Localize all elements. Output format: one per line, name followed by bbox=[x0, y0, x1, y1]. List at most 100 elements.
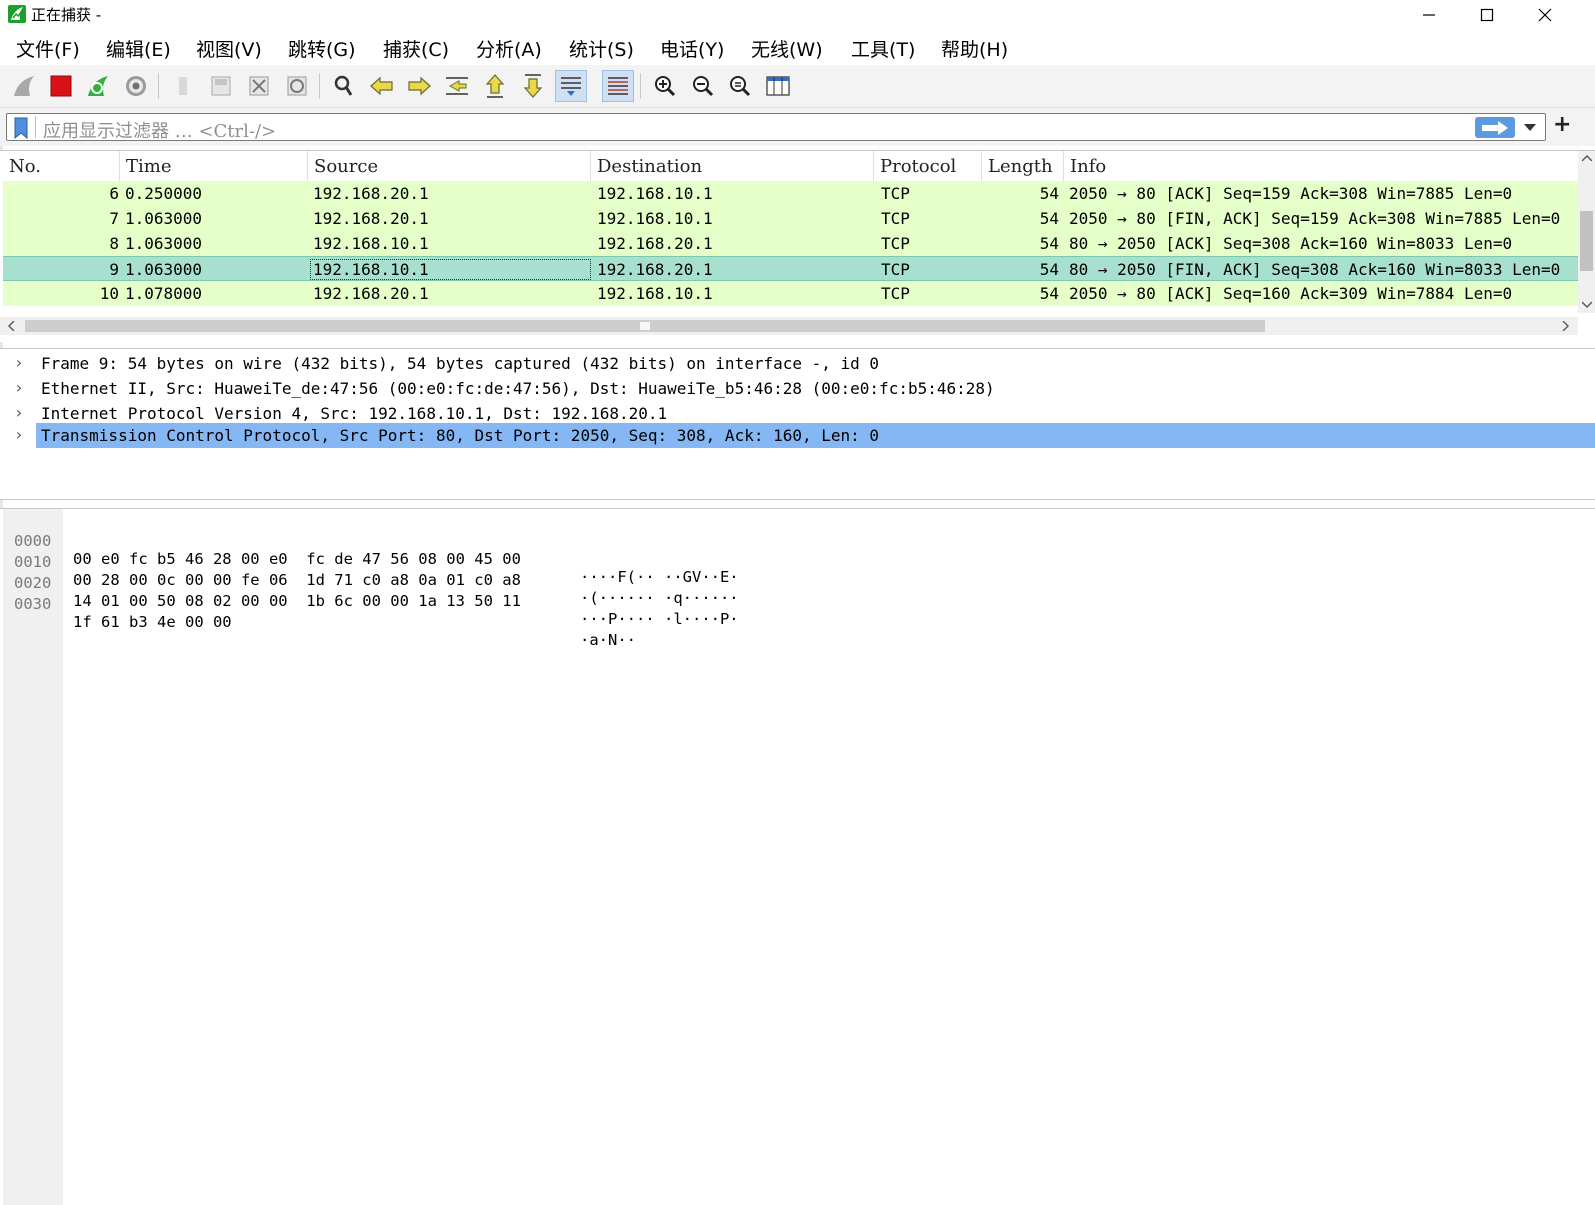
packet-row[interactable]: 7 1.063000 192.168.20.1 192.168.10.1 TCP… bbox=[3, 206, 1579, 231]
packet-row-selected[interactable]: 9 1.063000 192.168.10.1 192.168.20.1 TCP… bbox=[3, 256, 1579, 281]
save-file-button[interactable] bbox=[205, 70, 237, 102]
packet-source: 192.168.20.1 bbox=[313, 184, 429, 203]
column-no[interactable]: No. bbox=[3, 151, 120, 181]
filter-history-dropdown[interactable] bbox=[1521, 118, 1539, 138]
expand-arrow-icon[interactable]: › bbox=[14, 353, 24, 372]
go-back-button[interactable] bbox=[366, 70, 398, 102]
zoom-normal-button[interactable] bbox=[724, 70, 756, 102]
expand-arrow-icon[interactable]: › bbox=[14, 403, 24, 422]
start-capture-button[interactable] bbox=[8, 70, 40, 102]
byte-hex[interactable]: 1f 61 b3 4e 00 00 bbox=[73, 613, 232, 631]
go-first-packet-button[interactable] bbox=[479, 70, 511, 102]
restart-capture-button[interactable] bbox=[82, 70, 114, 102]
packet-protocol: TCP bbox=[881, 184, 910, 203]
go-last-packet-button[interactable] bbox=[517, 70, 549, 102]
menu-telephony[interactable]: 电话(Y) bbox=[660, 35, 724, 62]
menu-file[interactable]: 文件(F) bbox=[16, 35, 80, 62]
detail-row-tcp-selected[interactable]: › Transmission Control Protocol, Src Por… bbox=[0, 423, 1595, 448]
packet-info: 80 → 2050 [ACK] Seq=308 Ack=160 Win=8033… bbox=[1069, 234, 1513, 253]
detail-text: Ethernet II, Src: HuaweiTe_de:47:56 (00:… bbox=[41, 379, 995, 398]
go-forward-button[interactable] bbox=[403, 70, 435, 102]
scroll-up-icon[interactable] bbox=[1582, 155, 1592, 162]
colorize-button[interactable] bbox=[602, 70, 634, 102]
packet-time: 0.250000 bbox=[125, 184, 203, 203]
packet-protocol: TCP bbox=[881, 260, 910, 279]
byte-hex[interactable]: 14 01 00 50 08 02 00 00 1b 6c 00 00 1a 1… bbox=[73, 592, 521, 610]
menu-bar: 文件(F) 编辑(E) 视图(V) 跳转(G) 捕获(C) 分析(A) 统计(S… bbox=[0, 29, 1595, 65]
column-time[interactable]: Time bbox=[120, 151, 308, 181]
window-title: 正在捕获 - bbox=[31, 6, 102, 24]
byte-ascii[interactable]: ····F(·· ··GV··E· bbox=[580, 568, 739, 586]
packet-row[interactable]: 10 1.078000 192.168.20.1 192.168.10.1 TC… bbox=[3, 281, 1579, 306]
detail-row-frame[interactable]: › Frame 9: 54 bytes on wire (432 bits), … bbox=[0, 351, 1595, 376]
byte-ascii[interactable]: ·a·N·· bbox=[580, 631, 636, 649]
open-file-button[interactable] bbox=[167, 70, 199, 102]
packet-length: 54 bbox=[1039, 184, 1059, 203]
packet-row[interactable]: 6 0.250000 192.168.20.1 192.168.10.1 TCP… bbox=[3, 181, 1579, 206]
column-source[interactable]: Source bbox=[308, 151, 591, 181]
column-info[interactable]: Info bbox=[1064, 151, 1578, 181]
packet-list-horizontal-scrollbar[interactable] bbox=[0, 317, 1578, 335]
scroll-right-icon[interactable] bbox=[1562, 321, 1569, 331]
packet-details-pane: › Frame 9: 54 bytes on wire (432 bits), … bbox=[0, 348, 1595, 500]
menu-capture[interactable]: 捕获(C) bbox=[383, 35, 449, 62]
maximize-button[interactable] bbox=[1458, 0, 1516, 29]
find-packet-icon bbox=[334, 75, 353, 96]
menu-tools[interactable]: 工具(T) bbox=[851, 35, 915, 62]
byte-hex[interactable]: 00 e0 fc b5 46 28 00 e0 fc de 47 56 08 0… bbox=[73, 550, 521, 568]
scroll-left-icon[interactable] bbox=[8, 321, 15, 331]
auto-scroll-icon bbox=[561, 77, 581, 96]
minimize-button[interactable] bbox=[1400, 0, 1458, 29]
menu-analyze[interactable]: 分析(A) bbox=[476, 35, 542, 62]
go-last-packet-icon bbox=[523, 74, 543, 98]
packet-no: 10 bbox=[99, 284, 119, 303]
resize-columns-button[interactable] bbox=[762, 70, 794, 102]
menu-go[interactable]: 跳转(G) bbox=[288, 35, 356, 62]
menu-help[interactable]: 帮助(H) bbox=[941, 35, 1008, 62]
bytes-row[interactable]: 0030 1f 61 b3 4e 00 00 ·a·N·· bbox=[0, 577, 636, 649]
detail-row-ethernet[interactable]: › Ethernet II, Src: HuaweiTe_de:47:56 (0… bbox=[0, 376, 1595, 401]
scroll-down-icon[interactable] bbox=[1582, 301, 1592, 308]
zoom-out-button[interactable] bbox=[687, 70, 719, 102]
auto-scroll-button[interactable] bbox=[555, 70, 587, 102]
add-filter-button[interactable]: + bbox=[1553, 112, 1571, 137]
vertical-scroll-thumb[interactable] bbox=[1580, 211, 1593, 271]
byte-hex[interactable]: 00 28 00 0c 00 00 fe 06 1d 71 c0 a8 0a 0… bbox=[73, 571, 521, 589]
bytes-row[interactable]: 0010 00 28 00 0c 00 00 fe 06 1d 71 c0 a8… bbox=[0, 535, 739, 607]
menu-edit[interactable]: 编辑(E) bbox=[106, 35, 171, 62]
capture-options-button[interactable] bbox=[120, 70, 152, 102]
stop-capture-button[interactable] bbox=[45, 70, 77, 102]
menu-wireless[interactable]: 无线(W) bbox=[751, 35, 823, 62]
packet-destination: 192.168.20.1 bbox=[597, 234, 713, 253]
close-file-icon bbox=[249, 76, 269, 96]
bytes-row[interactable]: 0000 00 e0 fc b5 46 28 00 e0 fc de 47 56… bbox=[0, 514, 739, 586]
packet-no: 7 bbox=[109, 209, 119, 228]
expand-arrow-icon[interactable]: › bbox=[14, 425, 24, 444]
reload-file-button[interactable] bbox=[281, 70, 313, 102]
zoom-normal-icon bbox=[730, 76, 751, 97]
close-button[interactable] bbox=[1516, 0, 1574, 29]
expand-arrow-icon[interactable]: › bbox=[14, 378, 24, 397]
display-filter-input[interactable]: 应用显示过滤器 … <Ctrl-/> bbox=[6, 113, 1546, 142]
close-file-button[interactable] bbox=[243, 70, 275, 102]
go-to-packet-button[interactable] bbox=[441, 70, 473, 102]
byte-ascii[interactable]: ···P···· ·l····P· bbox=[580, 610, 739, 628]
column-destination[interactable]: Destination bbox=[591, 151, 874, 181]
column-length[interactable]: Length bbox=[982, 151, 1064, 181]
column-protocol[interactable]: Protocol bbox=[874, 151, 982, 181]
zoom-in-button[interactable] bbox=[649, 70, 681, 102]
menu-view[interactable]: 视图(V) bbox=[196, 35, 262, 62]
apply-filter-button[interactable] bbox=[1475, 117, 1515, 138]
find-packet-button[interactable] bbox=[328, 70, 360, 102]
packet-row[interactable]: 8 1.063000 192.168.10.1 192.168.20.1 TCP… bbox=[3, 231, 1579, 256]
packet-time: 1.063000 bbox=[125, 234, 203, 253]
menu-statistics[interactable]: 统计(S) bbox=[569, 35, 634, 62]
packet-length: 54 bbox=[1039, 234, 1059, 253]
arrow-right-icon bbox=[1482, 120, 1508, 135]
bytes-row[interactable]: 0020 14 01 00 50 08 02 00 00 1b 6c 00 00… bbox=[0, 556, 739, 628]
bookmark-icon[interactable] bbox=[13, 117, 29, 139]
byte-ascii[interactable]: ·(······ ·q······ bbox=[580, 589, 739, 607]
packet-list-vertical-scrollbar[interactable] bbox=[1578, 151, 1595, 313]
packet-no: 9 bbox=[109, 260, 119, 279]
packet-info: 2050 → 80 [ACK] Seq=159 Ack=308 Win=7885… bbox=[1069, 184, 1513, 203]
